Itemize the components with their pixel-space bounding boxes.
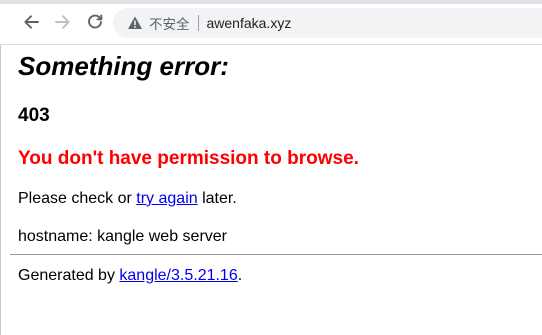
security-status-label[interactable]: 不安全 [149, 13, 190, 33]
retry-line: Please check or try again later. [18, 190, 237, 208]
forward-button[interactable] [52, 11, 74, 33]
page-title: Something error: [18, 51, 229, 81]
arrow-left-icon [22, 13, 40, 31]
back-button[interactable] [20, 11, 42, 33]
browser-toolbar: 不安全 awenfaka.xyz [0, 0, 542, 45]
footer-suffix: . [237, 267, 243, 284]
footer-line: Generated by kangle/3.5.21.16. [18, 267, 242, 285]
error-message: You don't have permission to browse. [18, 148, 359, 169]
kangle-version-link[interactable]: kangle/3.5.21.16 [119, 267, 237, 284]
tab-strip-edge [0, 0, 542, 4]
address-bar[interactable]: 不安全 awenfaka.xyz [113, 8, 542, 38]
error-code: 403 [18, 105, 50, 126]
reload-icon [86, 13, 104, 31]
divider [10, 254, 542, 255]
warning-icon[interactable] [127, 15, 143, 31]
address-separator [197, 15, 199, 31]
retry-suffix: later. [197, 190, 237, 207]
footer-prefix: Generated by [18, 267, 120, 284]
page-content: Something error: 403 You don't have perm… [0, 45, 542, 335]
hostname-line: hostname: kangle web server [18, 228, 227, 245]
retry-prefix: Please check or [18, 190, 137, 207]
arrow-right-icon [54, 13, 72, 31]
url-text[interactable]: awenfaka.xyz [207, 15, 292, 31]
try-again-link[interactable]: try again [136, 190, 197, 207]
reload-button[interactable] [84, 11, 106, 33]
